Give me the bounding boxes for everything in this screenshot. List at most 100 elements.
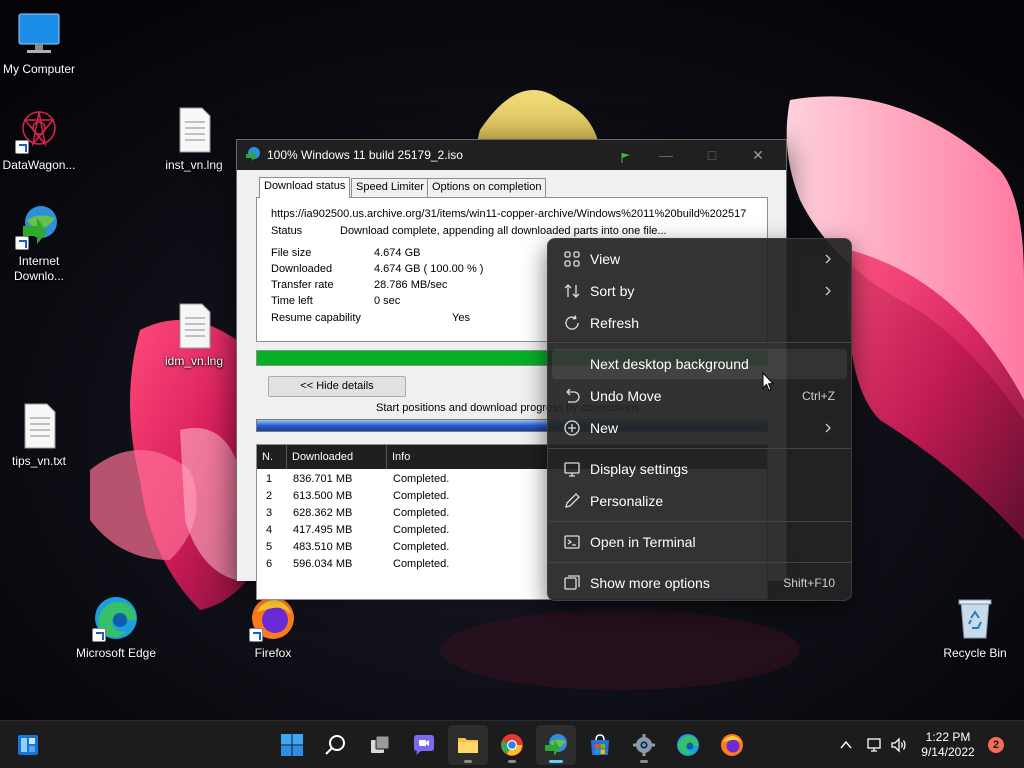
minimize-button[interactable]: — — [643, 140, 689, 170]
desktop-icon-microsoft-edge[interactable]: Microsoft Edge — [71, 594, 161, 661]
column-header-n[interactable]: N. — [257, 445, 287, 469]
row-downloaded: 628.362 MB — [293, 507, 353, 519]
volume-icon[interactable] — [890, 736, 908, 757]
row-downloaded: 417.495 MB — [293, 524, 353, 536]
widgets-button[interactable] — [8, 725, 48, 765]
maximize-button[interactable]: □ — [689, 140, 735, 170]
task-view-button[interactable] — [360, 725, 400, 765]
start-button[interactable] — [272, 725, 312, 765]
tab-options-on-completion[interactable]: Options on completion — [427, 178, 547, 197]
desktop-icon-label: inst_vn.lng — [165, 158, 223, 172]
settings-button[interactable] — [624, 725, 664, 765]
hide-details-button[interactable]: << Hide details — [268, 376, 406, 397]
pen-icon — [563, 492, 581, 510]
gear-icon — [633, 734, 655, 756]
menu-item-label: Refresh — [590, 315, 640, 331]
desktop-icon-datawagon[interactable]: DataWagon... — [0, 106, 84, 173]
desktop-icon-idm-vn-lng[interactable]: idm_vn.lng — [149, 302, 239, 369]
row-info: Completed. — [393, 541, 450, 553]
chevron-right-icon — [823, 284, 833, 300]
menu-item-undo-move[interactable]: Undo Move Ctrl+Z — [552, 381, 847, 411]
menu-item-new[interactable]: New — [552, 413, 847, 443]
chevron-up-icon[interactable] — [838, 737, 854, 756]
menu-item-shortcut: Ctrl+Z — [802, 389, 835, 403]
file-size-row: File size 4.674 GB — [271, 246, 571, 260]
tab-download-status[interactable]: Download status — [259, 177, 351, 198]
menu-item-show-more-options[interactable]: Show more options Shift+F10 — [552, 568, 847, 598]
row-info: Completed. — [393, 490, 450, 502]
grid-icon — [563, 250, 581, 268]
desktop-icon-label: Recycle Bin — [943, 646, 1007, 660]
desktop-icon-label: Microsoft Edge — [75, 646, 157, 660]
menu-separator — [548, 521, 851, 522]
menu-item-refresh[interactable]: Refresh — [552, 308, 847, 338]
text-file-icon — [15, 402, 63, 450]
desktop-icon-inst-vn-lng[interactable]: inst_vn.lng — [149, 106, 239, 173]
file-explorer-button[interactable] — [448, 725, 488, 765]
tab-speed-limiter[interactable]: Speed Limiter — [351, 178, 429, 197]
downloaded-value: 4.674 GB ( 100.00 % ) — [374, 263, 484, 275]
more-options-icon — [563, 574, 581, 592]
flag-icon — [620, 151, 632, 166]
transfer-rate-value: 28.786 MB/sec — [374, 279, 448, 291]
search-button[interactable] — [316, 725, 356, 765]
desktop-icon-internet-download-manager[interactable]: Internet Downlo... — [0, 202, 84, 284]
status-row: Status Download complete, appending all … — [271, 224, 761, 238]
datawagon-logo-icon — [15, 106, 63, 154]
undo-icon — [563, 387, 581, 405]
firefox-taskbar-button[interactable] — [712, 725, 752, 765]
edge-icon — [677, 734, 699, 756]
clock[interactable]: 1:22 PM 9/14/2022 — [908, 730, 988, 760]
running-indicator — [508, 760, 516, 763]
active-indicator — [549, 760, 563, 763]
menu-item-label: New — [590, 420, 619, 436]
notification-badge[interactable]: 2 — [988, 737, 1004, 753]
edge-taskbar-button[interactable] — [668, 725, 708, 765]
row-downloaded: 836.701 MB — [293, 473, 353, 485]
chrome-button[interactable] — [492, 725, 532, 765]
time-left-label: Time left — [271, 295, 313, 307]
menu-item-shortcut: Shift+F10 — [783, 576, 835, 590]
desktop-icon-tips-vn-txt[interactable]: tips_vn.txt — [0, 402, 84, 469]
desktop-icon-label: tips_vn.txt — [11, 454, 67, 468]
menu-item-open-in-terminal[interactable]: Open in Terminal — [552, 527, 847, 557]
shortcut-arrow-icon — [92, 628, 106, 642]
idm-globe-icon — [15, 202, 63, 250]
row-downloaded: 596.034 MB — [293, 558, 353, 570]
menu-item-sort-by[interactable]: Sort by — [552, 276, 847, 306]
row-info: Completed. — [393, 473, 450, 485]
desktop-icon-my-computer[interactable]: My Computer — [0, 10, 84, 77]
file-icon — [170, 302, 218, 350]
recycle-bin-icon — [951, 594, 999, 642]
desktop-icon-firefox[interactable]: Firefox — [228, 594, 318, 661]
refresh-icon — [563, 314, 581, 332]
column-header-downloaded[interactable]: Downloaded — [287, 445, 387, 469]
search-icon — [325, 735, 345, 755]
shortcut-arrow-icon — [15, 140, 29, 154]
desktop-icon-label: DataWagon... — [2, 158, 76, 172]
microsoft-store-button[interactable] — [580, 725, 620, 765]
downloaded-row: Downloaded 4.674 GB ( 100.00 % ) — [271, 262, 571, 276]
transfer-rate-row: Transfer rate 28.786 MB/sec — [271, 278, 571, 292]
network-icon[interactable] — [865, 736, 883, 757]
row-number: 1 — [266, 473, 273, 485]
menu-item-label: Personalize — [590, 493, 664, 509]
desktop-icon-recycle-bin[interactable]: Recycle Bin — [930, 594, 1020, 661]
clock-time: 1:22 PM — [925, 730, 971, 744]
menu-item-next-desktop-background[interactable]: Next desktop background — [552, 349, 847, 379]
menu-item-personalize[interactable]: Personalize — [552, 486, 847, 516]
window-titlebar[interactable]: 100% Windows 11 build 25179_2.iso — □ ✕ — [237, 140, 786, 170]
desktop-context-menu: View Sort by Refresh Next desktop backgr… — [547, 238, 852, 601]
menu-item-display-settings[interactable]: Display settings — [552, 454, 847, 484]
menu-item-view[interactable]: View — [552, 244, 847, 274]
running-indicator — [640, 760, 648, 763]
display-icon — [563, 460, 581, 478]
chat-button[interactable] — [404, 725, 444, 765]
resume-capability-value: Yes — [452, 312, 470, 324]
plus-circle-icon — [563, 419, 581, 437]
file-icon — [170, 106, 218, 154]
taskbar: 1:22 PM 9/14/2022 2 — [0, 720, 1024, 768]
chevron-right-icon — [823, 421, 833, 437]
idm-taskbar-button[interactable] — [536, 725, 576, 765]
close-button[interactable]: ✕ — [735, 140, 781, 170]
